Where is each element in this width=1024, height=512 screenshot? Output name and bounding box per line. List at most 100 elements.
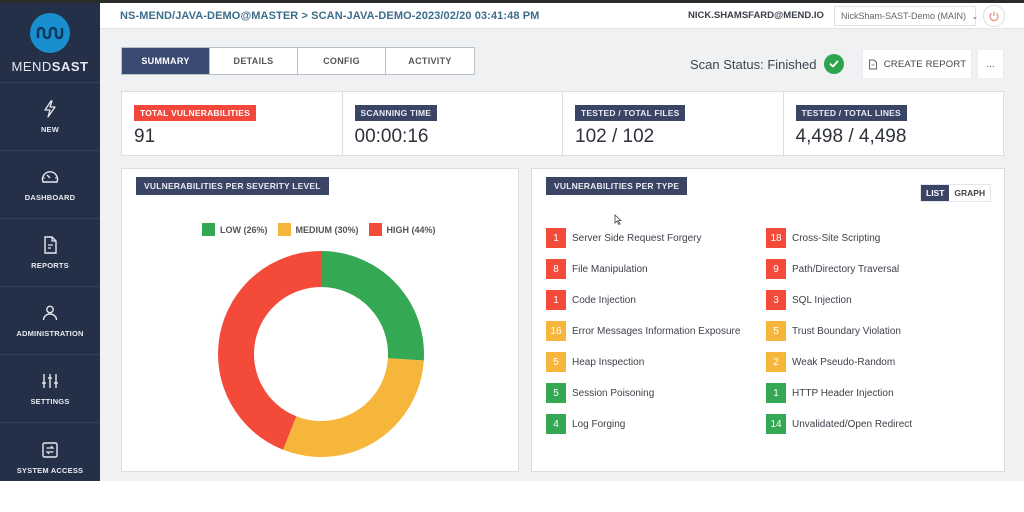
legend-item-medium[interactable]: MEDIUM (30%) bbox=[277, 223, 359, 236]
count-badge: 5 bbox=[766, 321, 786, 341]
type-list-item[interactable]: 8 File Manipulation bbox=[546, 259, 766, 279]
sidebar-item-label: SYSTEM ACCESS bbox=[16, 465, 84, 475]
vulnerability-type-list: 1 Server Side Request Forgery 18 Cross-Site… bbox=[546, 228, 996, 434]
sliders-icon bbox=[42, 374, 58, 388]
donut-slice-medium[interactable] bbox=[283, 358, 424, 457]
stat-value: 4,498 / 4,498 bbox=[795, 126, 907, 147]
legend-swatch bbox=[202, 223, 215, 236]
legend-item-high[interactable]: HIGH (44%) bbox=[368, 223, 436, 236]
sidebar-item-administration[interactable]: ADMINISTRATION bbox=[0, 287, 100, 355]
legend-label: LOW (26%) bbox=[220, 224, 268, 235]
main-content: NS-MEND/JAVA-DEMO@MASTER > SCAN-JAVA-DEM… bbox=[100, 3, 1024, 481]
severity-donut-chart bbox=[217, 251, 424, 457]
stat-tested-files: TESTED / TOTAL FILES 102 / 102 bbox=[563, 92, 784, 155]
legend-swatch bbox=[368, 223, 382, 236]
stat-value: 91 bbox=[134, 126, 156, 147]
stat-label: TESTED / TOTAL LINES bbox=[795, 105, 907, 121]
type-name: File Manipulation bbox=[572, 263, 648, 275]
type-name: Cross-Site Scripting bbox=[792, 232, 881, 244]
type-list-item[interactable]: 16 Error Messages Information Exposure bbox=[546, 321, 766, 341]
legend-swatch bbox=[277, 223, 291, 236]
type-list-item[interactable]: 5 Session Poisoning bbox=[546, 383, 766, 403]
user-icon bbox=[42, 305, 58, 321]
sidebar-item-label: DASHBOARD bbox=[24, 193, 76, 202]
type-name: Heap Inspection bbox=[572, 356, 645, 368]
count-badge: 18 bbox=[766, 228, 786, 248]
donut-slice-low[interactable] bbox=[321, 251, 424, 361]
tab-activity[interactable]: ACTIVITY bbox=[386, 48, 474, 74]
severity-panel: VULNERABILITIES PER SEVERITY LEVEL LOW (… bbox=[121, 168, 519, 472]
view-toggle: LIST GRAPH bbox=[920, 184, 992, 202]
create-report-button[interactable]: CREATE REPORT bbox=[862, 49, 972, 79]
type-name: Server Side Request Forgery bbox=[572, 232, 702, 244]
type-list-item[interactable]: 5 Heap Inspection bbox=[546, 352, 766, 372]
chevron-down-icon: ⌄ bbox=[971, 12, 979, 21]
brand-name-bold: SAST bbox=[51, 59, 89, 74]
type-name: Unvalidated/Open Redirect bbox=[792, 418, 913, 430]
toggle-graph[interactable]: GRAPH bbox=[949, 185, 991, 201]
tab-bar: SUMMARY DETAILS CONFIG ACTIVITY bbox=[121, 47, 475, 75]
type-panel-title: VULNERABILITIES PER TYPE bbox=[546, 177, 688, 195]
stat-label: SCANNING TIME bbox=[354, 105, 438, 121]
mouse-cursor-icon bbox=[614, 214, 622, 225]
type-list-item[interactable]: 1 Code Injection bbox=[546, 290, 766, 310]
sidebar-item-label: NEW bbox=[40, 125, 60, 134]
stat-tested-lines: TESTED / TOTAL LINES 4,498 / 4,498 bbox=[784, 92, 1004, 155]
type-list-item[interactable]: 1 HTTP Header Injection bbox=[766, 383, 986, 403]
sidebar-item-new[interactable]: NEW bbox=[0, 83, 100, 151]
chart-legend: LOW (26%) MEDIUM (30%) HIGH (44%) bbox=[202, 223, 446, 236]
type-name: Weak Pseudo-Random bbox=[792, 356, 896, 368]
type-list-item[interactable]: 4 Log Forging bbox=[546, 414, 766, 434]
type-name: Code Injection bbox=[572, 294, 636, 306]
sidebar-item-settings[interactable]: SETTINGS bbox=[0, 355, 100, 423]
tab-details[interactable]: DETAILS bbox=[210, 48, 298, 74]
org-select-value: NickSham-SAST-Demo (MAIN) bbox=[841, 11, 967, 21]
brand-name: MENDSAST bbox=[12, 59, 89, 74]
sidebar-item-label: SETTINGS bbox=[30, 397, 70, 406]
tab-config[interactable]: CONFIG bbox=[298, 48, 386, 74]
type-list-item[interactable]: 18 Cross-Site Scripting bbox=[766, 228, 986, 248]
sidebar-item-reports[interactable]: REPORTS bbox=[0, 219, 100, 287]
legend-item-low[interactable]: LOW (26%) bbox=[202, 223, 268, 236]
severity-panel-title: VULNERABILITIES PER SEVERITY LEVEL bbox=[136, 177, 329, 195]
sidebar-item-label: REPORTS bbox=[31, 261, 69, 270]
header: NS-MEND/JAVA-DEMO@MASTER > SCAN-JAVA-DEM… bbox=[100, 3, 1024, 29]
type-name: Path/Directory Traversal bbox=[792, 263, 900, 275]
app: MENDSAST NEW DASHBOARD REPORTS ADMINISTR… bbox=[0, 3, 1024, 481]
count-badge: 3 bbox=[766, 290, 786, 310]
type-list-item[interactable]: 3 SQL Injection bbox=[766, 290, 986, 310]
org-select[interactable]: NickSham-SAST-Demo (MAIN) ⌄ bbox=[834, 6, 979, 26]
type-list-item[interactable]: 9 Path/Directory Traversal bbox=[766, 259, 986, 279]
sidebar-item-system-access[interactable]: SYSTEM ACCESS bbox=[0, 423, 100, 491]
document-icon bbox=[44, 236, 57, 254]
count-badge: 16 bbox=[546, 321, 566, 341]
type-name: Error Messages Information Exposure bbox=[572, 325, 741, 337]
type-list-item[interactable]: 14 Unvalidated/Open Redirect bbox=[766, 414, 986, 434]
toggle-list[interactable]: LIST bbox=[921, 185, 950, 201]
logout-button[interactable] bbox=[983, 5, 1005, 27]
stat-label: TOTAL VULNERABILITIES bbox=[134, 105, 256, 121]
breadcrumb[interactable]: NS-MEND/JAVA-DEMO@MASTER > SCAN-JAVA-DEM… bbox=[120, 10, 539, 22]
more-options-button[interactable]: ... bbox=[977, 49, 1004, 79]
stats-bar: TOTAL VULNERABILITIES 91 SCANNING TIME 0… bbox=[121, 91, 1004, 156]
type-list-item[interactable]: 2 Weak Pseudo-Random bbox=[766, 352, 986, 372]
tab-summary[interactable]: SUMMARY bbox=[122, 48, 210, 74]
logo[interactable]: MENDSAST bbox=[0, 3, 100, 83]
sidebar: MENDSAST NEW DASHBOARD REPORTS ADMINISTR… bbox=[0, 3, 100, 481]
type-list-item[interactable]: 1 Server Side Request Forgery bbox=[546, 228, 766, 248]
legend-label: MEDIUM (30%) bbox=[295, 224, 359, 235]
count-badge: 1 bbox=[546, 228, 566, 248]
brand-name-light: MEND bbox=[11, 59, 52, 74]
type-name: Log Forging bbox=[572, 418, 626, 430]
count-badge: 2 bbox=[766, 352, 786, 372]
scan-status-text: Scan Status: Finished bbox=[690, 56, 817, 72]
count-badge: 8 bbox=[546, 259, 566, 279]
type-panel: VULNERABILITIES PER TYPE LIST GRAPH 1 Ser… bbox=[531, 168, 1005, 472]
type-list-item[interactable]: 5 Trust Boundary Violation bbox=[766, 321, 986, 341]
stat-scanning-time: SCANNING TIME 00:00:16 bbox=[343, 92, 563, 155]
count-badge: 5 bbox=[546, 352, 566, 372]
sidebar-item-dashboard[interactable]: DASHBOARD bbox=[0, 151, 100, 219]
swap-icon bbox=[42, 441, 58, 458]
check-circle-icon bbox=[824, 54, 845, 74]
legend-label: HIGH (44%) bbox=[386, 224, 436, 235]
